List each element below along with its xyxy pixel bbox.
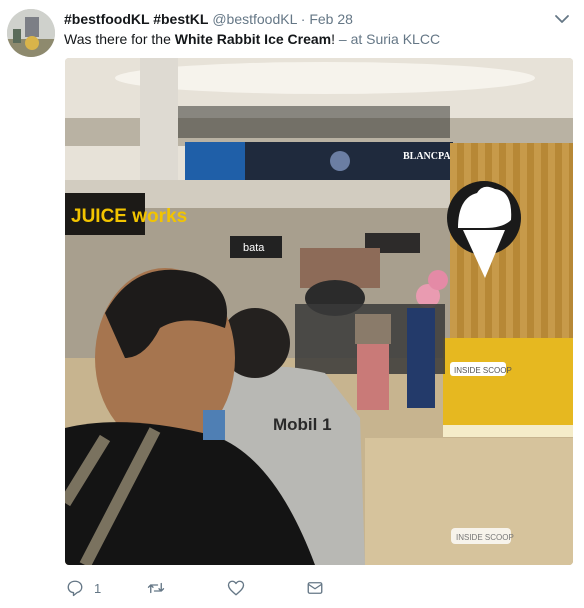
separator: · <box>300 11 306 27</box>
avatar-image <box>7 9 55 57</box>
user-handle[interactable]: @bestfoodKL <box>212 11 297 27</box>
tweet-actions: 1 <box>64 576 464 600</box>
chevron-down-icon[interactable] <box>553 10 571 28</box>
like-button[interactable] <box>227 576 255 600</box>
tweet-photo[interactable]: BLANCPAIN JUICE works bata INSIDE SCOOP … <box>65 58 573 565</box>
display-name[interactable]: #bestfoodKL #bestKL <box>64 11 208 27</box>
retweet-button[interactable] <box>147 576 175 600</box>
tweet-location[interactable]: – at Suria KLCC <box>339 31 440 47</box>
retweet-icon <box>147 582 165 594</box>
avatar[interactable] <box>7 9 55 57</box>
tweet-date[interactable]: Feb 28 <box>309 11 353 27</box>
message-button[interactable] <box>306 576 324 600</box>
reply-count: 1 <box>94 580 102 596</box>
reply-icon <box>67 580 83 597</box>
like-icon <box>227 580 245 596</box>
tweet-text-start: Was there for the <box>64 31 175 47</box>
tweet-text: Was there for the White Rabbit Ice Cream… <box>64 30 440 48</box>
tweet-text-end: ! <box>331 31 339 47</box>
tweet: #bestfoodKL #bestKL @bestfoodKL · Feb 28… <box>0 0 584 608</box>
tweet-header: #bestfoodKL #bestKL @bestfoodKL · Feb 28 <box>64 10 353 28</box>
sign-mobil-shirt: Mobil 1 <box>273 415 332 434</box>
message-icon <box>307 582 323 594</box>
tweet-text-highlight: White Rabbit Ice Cream <box>174 31 332 47</box>
reply-button[interactable]: 1 <box>66 576 101 600</box>
mall-queue-photo: BLANCPAIN JUICE works bata INSIDE SCOOP … <box>65 58 573 565</box>
sign-inside-scoop-2: INSIDE SCOOP <box>456 533 514 542</box>
sign-juice-works: JUICE works <box>71 206 187 227</box>
sign-inside-scoop-1: INSIDE SCOOP <box>454 366 512 375</box>
sign-bata: bata <box>243 242 265 254</box>
